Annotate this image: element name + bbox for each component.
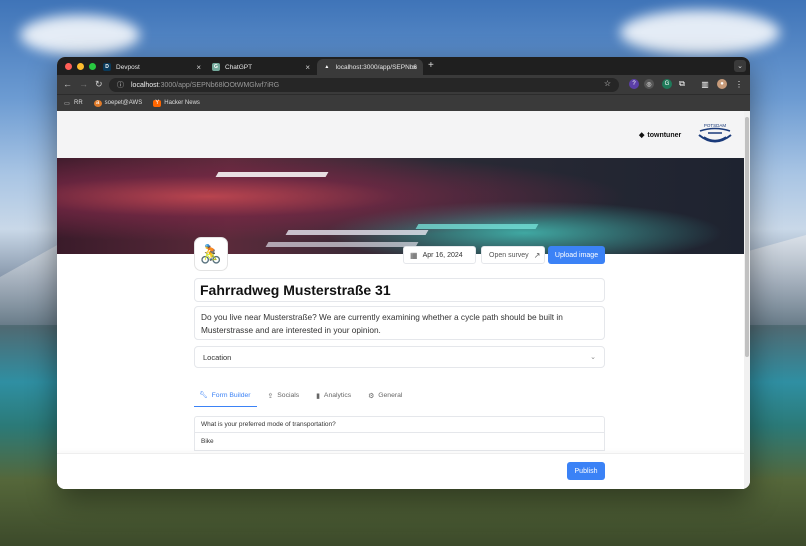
tab-label: Devpost (116, 63, 140, 71)
road-marking (285, 230, 429, 235)
tab-form-builder[interactable]: 🔧︎ Form Builder (194, 389, 257, 407)
wrench-icon: 🔧︎ (199, 392, 208, 399)
close-tab-icon[interactable]: × (196, 63, 201, 72)
browser-toolbar: ← → ↻ ⓘ localhost:3000/app/SEPNb68lOOtWM… (57, 75, 750, 94)
tab-label: ChatGPT (225, 63, 253, 71)
location-placeholder: Location (203, 352, 232, 362)
browser-tab-localhost[interactable]: ▲ localhost:3000/app/SEPNb6 × (317, 59, 423, 75)
tab-label: Socials (277, 392, 300, 399)
folder-icon: ▭ (64, 100, 70, 107)
tab-socials[interactable]: ⇪ Socials (263, 389, 306, 407)
chatgpt-icon: G (212, 63, 220, 71)
new-tab-icon[interactable]: + (428, 60, 434, 71)
potsdam-wordmark: POTSDAM (704, 123, 727, 128)
road-marking (215, 172, 329, 177)
window-controls (65, 63, 96, 70)
url-host: localhost (131, 81, 159, 89)
grammarly-extension-icon[interactable]: G (662, 79, 672, 89)
date-picker[interactable]: ▦ Apr 16, 2024 (403, 246, 476, 264)
forward-icon[interactable]: → (79, 79, 88, 89)
chatgpt-extension-icon[interactable]: ◎ (644, 79, 654, 89)
calendar-icon: ▦ (410, 250, 418, 260)
browser-tab-chatgpt[interactable]: G ChatGPT × (206, 59, 316, 75)
tab-strip: D Devpost × G ChatGPT × ▲ localhost:3000… (57, 57, 750, 75)
survey-banner-image (57, 158, 744, 254)
bookmark-rr[interactable]: ▭ RR (63, 100, 83, 107)
publish-button[interactable]: Publish (567, 462, 605, 480)
survey-avatar[interactable]: 🚴 (194, 237, 228, 271)
share-icon: ⇪ (267, 392, 274, 400)
bookmark-aws[interactable]: a soepet@AWS (93, 99, 143, 107)
side-panel-icon[interactable]: ▥ (700, 79, 710, 89)
towntuner-logo: ◆ towntuner (639, 131, 682, 140)
more-menu-icon[interactable]: ⋮ (734, 79, 744, 89)
tab-search-icon[interactable]: ⌄ (734, 60, 746, 72)
hacker-news-icon: Y (153, 99, 162, 107)
bookmark-label: soepet@AWS (104, 100, 143, 106)
answer-option[interactable]: Bike (194, 433, 605, 451)
open-survey-button[interactable]: Open survey ↗ (481, 246, 545, 264)
question-field[interactable]: What is your preferred mode of transport… (194, 416, 605, 433)
page-content: ◆ towntuner POTSDAM 🚴 ▦ Apr 16, 2024 Ope… (57, 111, 744, 489)
tab-analytics[interactable]: ▮ Analytics (311, 389, 357, 407)
towntuner-icon: ◆ (639, 132, 645, 139)
location-select[interactable]: Location ⌄ (194, 346, 605, 368)
maximize-window-button[interactable] (89, 63, 96, 70)
extensions-puzzle-icon[interactable]: ⧉ (677, 79, 687, 89)
open-survey-label: Open survey (489, 251, 529, 259)
site-info-icon[interactable]: ⓘ (117, 80, 124, 90)
close-tab-icon[interactable]: × (305, 63, 310, 72)
tab-label: Analytics (323, 392, 352, 399)
bookmark-star-icon[interactable]: ☆ (604, 79, 611, 88)
close-window-button[interactable] (65, 63, 72, 70)
road-marking (265, 242, 419, 247)
profile-avatar-icon[interactable]: ● (717, 79, 727, 89)
scrollbar-thumb[interactable] (745, 117, 749, 357)
browser-window: D Devpost × G ChatGPT × ▲ localhost:3000… (57, 57, 750, 489)
reload-icon[interactable]: ↻ (95, 79, 103, 90)
bookmarks-bar: ▭ RR a soepet@AWS Y Hacker News (57, 94, 750, 111)
bookmark-hacker-news[interactable]: Y Hacker News (153, 99, 200, 107)
minimize-window-button[interactable] (77, 63, 84, 70)
browser-tab-devpost[interactable]: D Devpost × (97, 59, 207, 75)
address-bar[interactable]: ⓘ localhost:3000/app/SEPNb68lOOtWMGlwf7i… (109, 78, 619, 92)
close-tab-icon[interactable]: × (412, 63, 417, 72)
chevron-down-icon: ⌄ (590, 354, 596, 361)
bookmark-label: Hacker News (164, 100, 200, 106)
aws-icon: a (93, 99, 102, 107)
tab-label: localhost:3000/app/SEPNb6 (335, 63, 417, 71)
potsdam-logo: POTSDAM (698, 123, 732, 143)
back-icon[interactable]: ← (63, 79, 72, 89)
date-value: Apr 16, 2024 (422, 251, 463, 259)
gear-icon: ⚙ (368, 392, 375, 400)
bookmark-label: RR (74, 100, 83, 106)
external-link-icon: ↗ (533, 250, 541, 260)
vercel-icon: ▲ (324, 64, 330, 70)
page-scrollbar[interactable] (744, 111, 750, 489)
devpost-icon: D (103, 63, 111, 71)
survey-tabs: 🔧︎ Form Builder ⇪ Socials ▮ Analytics ⚙ … (194, 389, 414, 407)
footer-bar: Publish (57, 453, 744, 489)
bar-chart-icon: ▮ (316, 392, 320, 400)
upload-image-button[interactable]: Upload image (548, 246, 605, 264)
towntuner-wordmark: towntuner (647, 131, 682, 139)
tab-label: General (378, 392, 403, 399)
survey-description-textarea[interactable]: Do you live near Musterstraße? We are cu… (194, 306, 605, 340)
tab-general[interactable]: ⚙ General (363, 389, 408, 407)
app-header: ◆ towntuner POTSDAM (57, 111, 744, 158)
survey-title-input[interactable]: Fahrradweg Musterstraße 31 (194, 278, 605, 302)
road-marking (415, 224, 539, 229)
tab-label: Form Builder (211, 391, 251, 399)
cloud (20, 15, 140, 55)
url-path: :3000/app/SEPNb68lOOtWMGlwf7iRG (158, 81, 280, 89)
extension-icon[interactable]: ? (629, 79, 639, 89)
cloud (620, 10, 780, 55)
